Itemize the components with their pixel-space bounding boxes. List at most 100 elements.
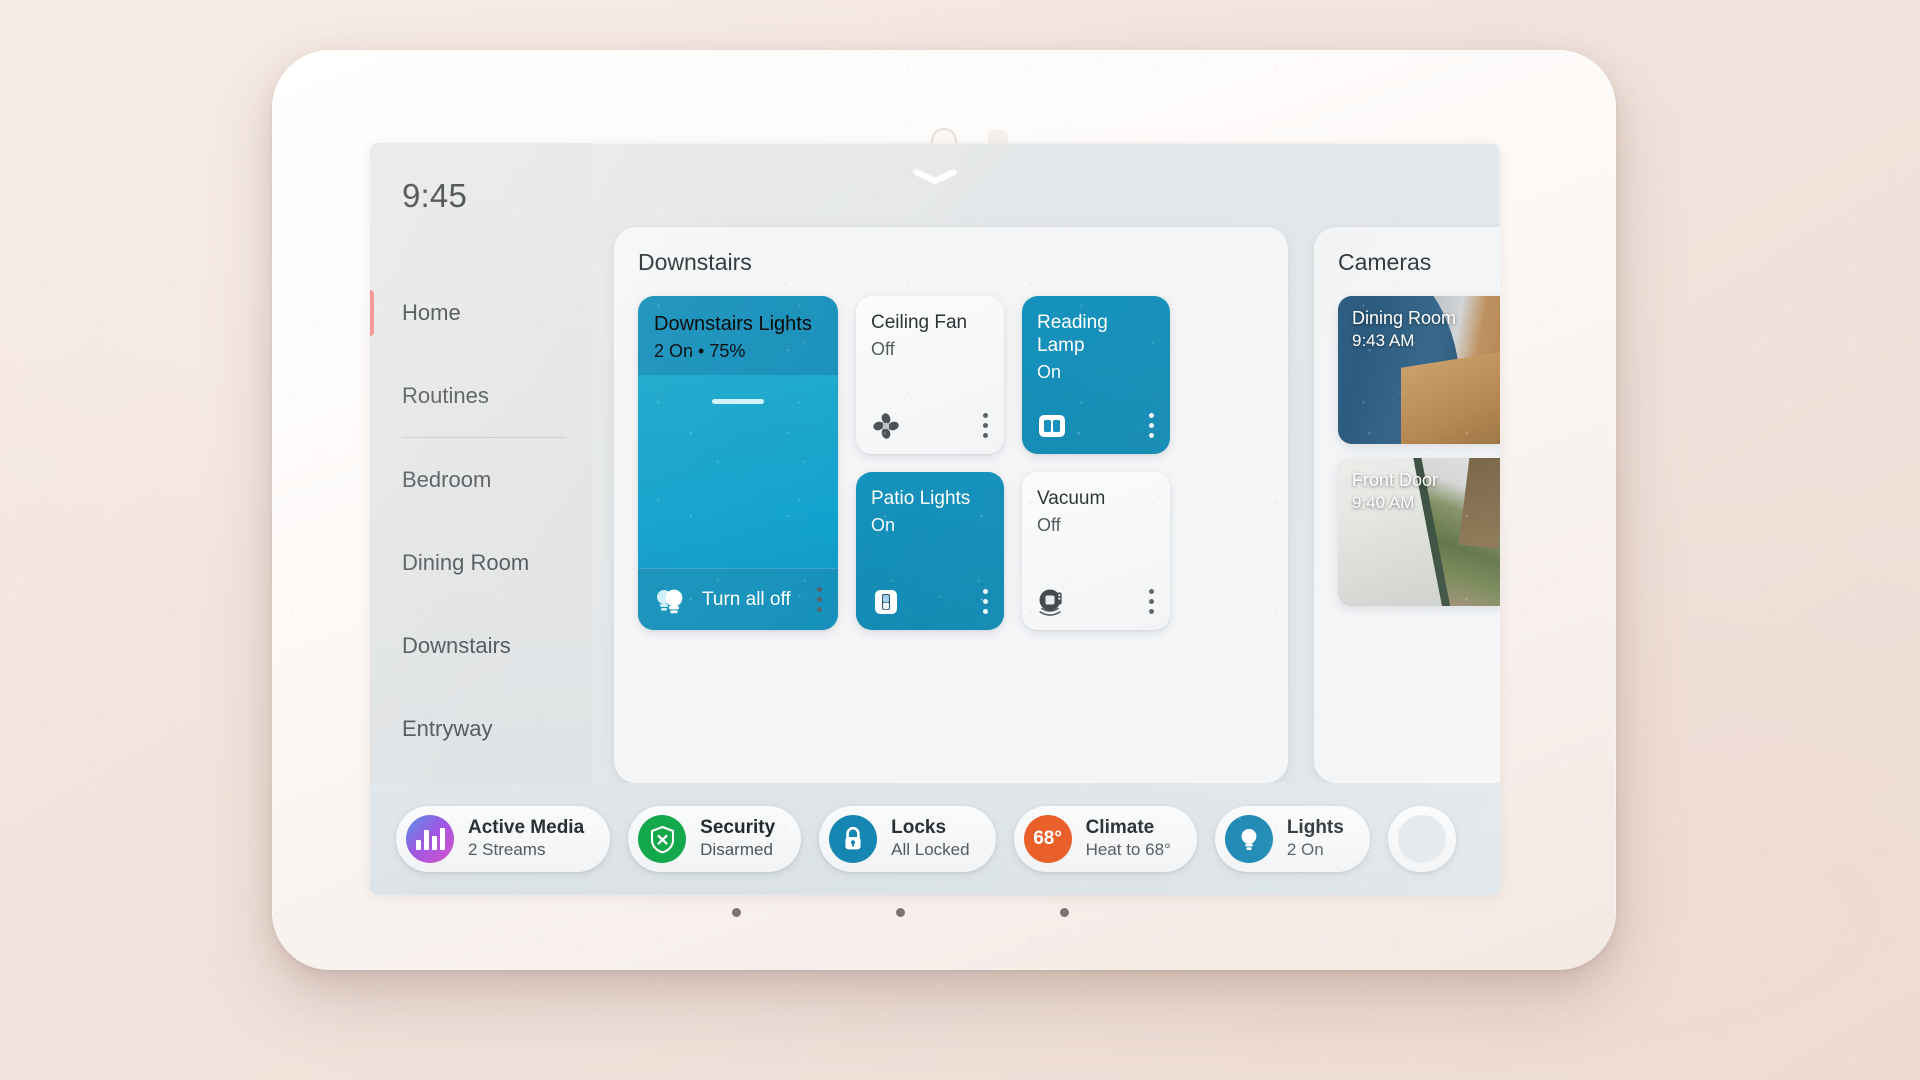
sidebar-item-list: Home Routines Bedroom Dining Room Downst… <box>370 271 592 770</box>
sidebar-item-label: Downstairs <box>402 632 511 658</box>
camera-label: Front Door 9:40 AM <box>1352 469 1438 514</box>
pill-title: Active Media <box>468 817 585 839</box>
climate-temperature: 68° <box>1033 828 1062 849</box>
camera-card-dining-room[interactable]: Dining Room 9:43 AM <box>1338 296 1500 444</box>
sidebar-item-dining-room[interactable]: Dining Room <box>370 521 592 604</box>
device-tile-grid: Downstairs Lights 2 On • 75% Turn all of… <box>638 296 1264 630</box>
panel-title-downstairs: Downstairs <box>638 249 752 275</box>
brightness-slider[interactable] <box>638 374 838 568</box>
sidebar-item-label: Home <box>402 299 461 325</box>
device-screen: 9:45 Home Routines Bedroom Dining Room D… <box>370 143 1500 895</box>
camera-name: Front Door <box>1352 470 1439 490</box>
tile-footer <box>871 409 991 442</box>
pill-text: Active Media 2 Streams <box>468 817 584 860</box>
pill-subtitle: Disarmed <box>700 840 773 860</box>
pill-subtitle: 2 On <box>1286 840 1324 860</box>
turn-all-off-label: Turn all off <box>702 588 791 610</box>
toggle-switch-icon[interactable] <box>871 587 901 617</box>
sidebar-item-label: Routines <box>402 382 489 408</box>
pill-title: Lights <box>1286 817 1344 839</box>
active-indicator <box>370 289 374 336</box>
tile-name: Vacuum <box>1037 488 1106 509</box>
pill-text: Security Disarmed <box>700 817 775 860</box>
kebab-menu-icon[interactable] <box>814 583 825 616</box>
kebab-menu-icon[interactable] <box>980 585 991 618</box>
tile-ceiling-fan[interactable]: Ceiling Fan Off <box>856 296 1004 454</box>
status-pill-active-media[interactable]: Active Media 2 Streams <box>396 806 611 872</box>
tile-name: Reading Lamp <box>1037 312 1108 356</box>
speaker-dot <box>732 908 741 917</box>
tile-state: Off <box>1037 514 1061 535</box>
speaker-dots <box>272 908 1616 922</box>
panel-container: Downstairs Downstairs Lights 2 On • 75% <box>592 143 1500 783</box>
pill-title: Climate <box>1085 817 1155 839</box>
double-rocker-switch-icon[interactable] <box>1037 411 1067 441</box>
screen-upper-area: 9:45 Home Routines Bedroom Dining Room D… <box>370 143 1500 783</box>
light-bulbs-icon <box>654 585 688 615</box>
camera-time: 9:43 AM <box>1352 331 1415 351</box>
panel-title-cameras: Cameras <box>1338 249 1432 275</box>
tile-name: Ceiling Fan <box>871 312 968 333</box>
sidebar-item-label: Entryway <box>402 715 493 741</box>
chevron-down-icon[interactable] <box>912 169 958 185</box>
sidebar-item-downstairs[interactable]: Downstairs <box>370 604 592 687</box>
kebab-menu-icon[interactable] <box>1146 409 1157 442</box>
downstairs-panel: Downstairs Downstairs Lights 2 On • 75% <box>614 227 1288 783</box>
tile-name: Downstairs Lights <box>654 313 812 335</box>
pill-title: Locks <box>891 817 947 839</box>
temperature-badge-icon: 68° <box>1023 815 1072 863</box>
status-pill-lights[interactable]: Lights 2 On <box>1214 806 1370 872</box>
sidebar-item-routines[interactable]: Routines <box>370 354 592 437</box>
pill-text: Lights 2 On <box>1287 817 1344 860</box>
wall-background: 9:45 Home Routines Bedroom Dining Room D… <box>0 0 1920 1080</box>
turn-all-off-button[interactable]: Turn all off <box>638 568 838 630</box>
pill-text: Climate Heat to 68° <box>1086 817 1171 860</box>
shield-x-icon <box>638 815 687 863</box>
tile-state: On <box>1037 361 1062 382</box>
tile-reading-lamp[interactable]: Reading Lamp On <box>1022 296 1170 454</box>
status-pill-climate[interactable]: 68° Climate Heat to 68° <box>1013 806 1197 872</box>
pill-subtitle: 2 Streams <box>468 840 546 860</box>
light-bulb-icon <box>1224 815 1273 863</box>
tile-patio-lights[interactable]: Patio Lights On <box>856 472 1004 630</box>
tile-state: On <box>871 514 896 535</box>
speaker-dot <box>896 908 905 917</box>
sidebar-item-home[interactable]: Home <box>370 271 592 354</box>
status-pill-overflow[interactable] <box>1387 806 1456 872</box>
tile-footer <box>1037 585 1157 618</box>
tile-state: Off <box>871 338 895 359</box>
overflow-icon <box>1397 815 1446 863</box>
status-pill-security[interactable]: Security Disarmed <box>628 806 802 872</box>
camera-list: Dining Room 9:43 AM Front Door 9:40 AM <box>1338 296 1500 606</box>
camera-card-front-door[interactable]: Front Door 9:40 AM <box>1338 458 1500 606</box>
tile-state: 2 On • 75% <box>654 341 746 361</box>
speaker-dot <box>1060 908 1069 917</box>
cameras-panel: Cameras Dining Room 9:43 AM Front Door 9… <box>1314 227 1500 783</box>
slider-handle[interactable] <box>712 398 764 404</box>
sidebar-item-label: Bedroom <box>402 466 492 492</box>
fan-icon[interactable] <box>871 411 901 441</box>
sidebar-item-label: Dining Room <box>402 549 530 575</box>
pill-subtitle: All Locked <box>891 840 970 860</box>
sidebar-item-bedroom[interactable]: Bedroom <box>370 438 592 521</box>
sidebar-nav: 9:45 Home Routines Bedroom Dining Room D… <box>370 143 592 783</box>
kebab-menu-icon[interactable] <box>1146 585 1157 618</box>
pill-subtitle: Heat to 68° <box>1085 840 1171 860</box>
camera-time: 9:40 AM <box>1352 493 1415 513</box>
tile-vacuum[interactable]: Vacuum Off <box>1022 472 1170 630</box>
tile-downstairs-lights[interactable]: Downstairs Lights 2 On • 75% Turn all of… <box>638 296 838 630</box>
sidebar-item-entryway[interactable]: Entryway <box>370 687 592 770</box>
status-pill-locks[interactable]: Locks All Locked <box>819 806 996 872</box>
lock-icon <box>829 815 878 863</box>
kebab-menu-icon[interactable] <box>980 409 991 442</box>
smart-display-device: 9:45 Home Routines Bedroom Dining Room D… <box>272 50 1616 970</box>
status-pill-bar: Active Media 2 Streams Security Disarmed <box>370 783 1500 895</box>
camera-name: Dining Room <box>1352 308 1457 328</box>
tile-header: Downstairs Lights 2 On • 75% <box>638 296 838 375</box>
tile-footer <box>1037 409 1157 442</box>
tile-name: Patio Lights <box>871 488 971 509</box>
camera-label: Dining Room 9:43 AM <box>1352 307 1456 352</box>
clock: 9:45 <box>402 177 468 214</box>
media-equalizer-icon <box>406 815 454 863</box>
robot-vacuum-icon[interactable] <box>1037 587 1069 617</box>
